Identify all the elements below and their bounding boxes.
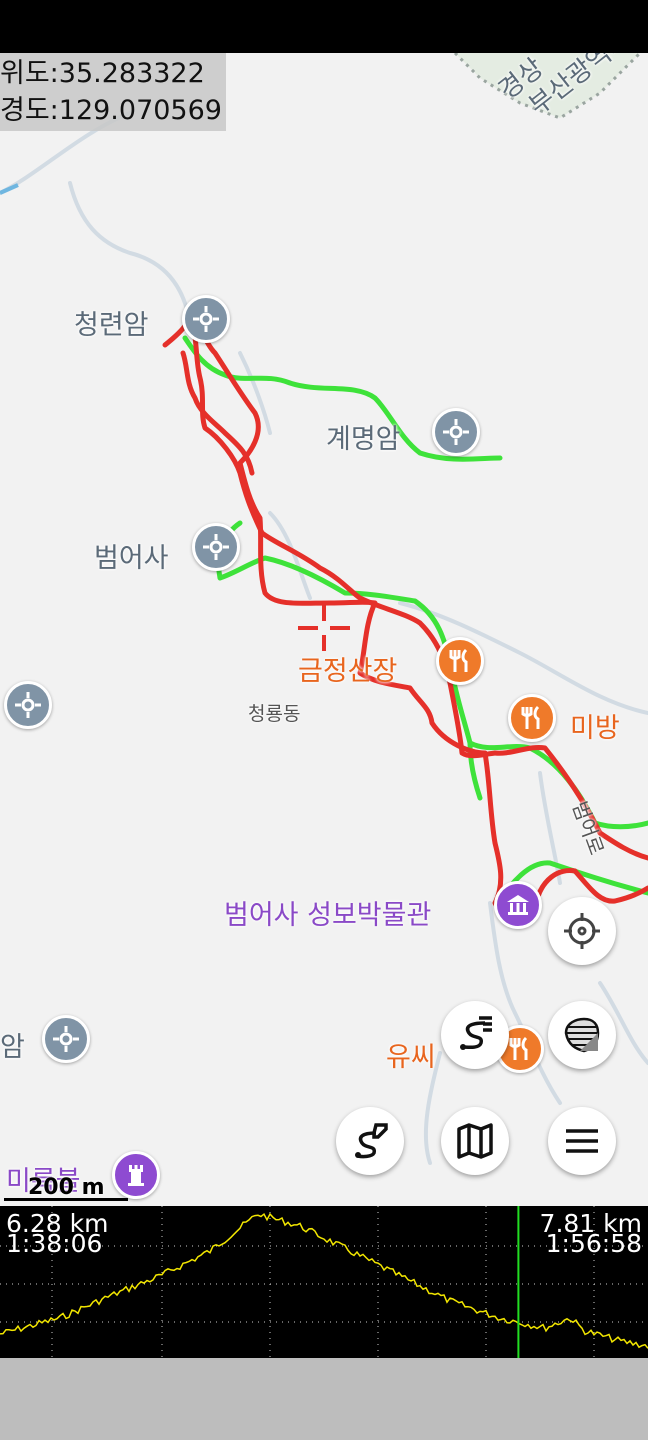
poi-label: 계명암	[326, 424, 401, 455]
scale-label: 200 m	[28, 1175, 105, 1200]
temple-icon	[193, 306, 219, 332]
latitude-text: 위도:35.283322	[0, 58, 205, 89]
scale-line	[4, 1198, 128, 1201]
map-icon	[457, 1123, 493, 1159]
poi-label: 미방	[570, 713, 620, 744]
poi-label: 유씨	[386, 1042, 436, 1073]
coordinate-readout: 위도:35.283322 경도:129.070569	[0, 53, 226, 131]
poi-label: 암	[0, 1032, 25, 1063]
stream	[238, 351, 272, 435]
scale-bar: 200 m	[4, 1175, 128, 1201]
temple-pin[interactable]	[4, 681, 52, 729]
layers-button[interactable]	[548, 1001, 616, 1069]
route-edit-button[interactable]	[336, 1107, 404, 1175]
longitude-text: 경도:129.070569	[0, 95, 222, 126]
bottom-bar	[0, 1358, 648, 1440]
route-edit-icon	[355, 1123, 388, 1159]
poi-label: 범어사	[94, 543, 169, 574]
stream	[68, 181, 192, 325]
layers-icon	[564, 1017, 600, 1053]
menu-icon	[566, 1129, 598, 1153]
temple-pin[interactable]	[42, 1015, 90, 1063]
menu-button[interactable]	[548, 1107, 616, 1175]
tracks-button[interactable]	[441, 1001, 509, 1069]
fork-knife-icon	[521, 705, 540, 729]
museum-icon	[507, 895, 529, 915]
temple-icon	[15, 692, 41, 718]
route-list-icon	[460, 1016, 492, 1050]
map-view[interactable]: 위도:35.283322 경도:129.070569 경상 부산광역시 청련암 …	[0, 53, 648, 1206]
left-time: 1:38:06	[6, 1229, 103, 1258]
restaurant-pin[interactable]	[436, 637, 484, 685]
elevation-profile[interactable]: 6.28 km 1:38:06 7.81 km 1:56:58	[0, 1206, 648, 1358]
right-time: 1:56:58	[545, 1229, 642, 1258]
poi-label: 금정산장	[298, 656, 398, 687]
temple-icon	[53, 1026, 79, 1052]
temple-pin[interactable]	[432, 408, 480, 456]
temple-pin[interactable]	[192, 523, 240, 571]
temple-pin[interactable]	[182, 295, 230, 343]
status-bar	[0, 0, 648, 53]
crosshair-icon	[564, 913, 600, 949]
location-crosshair	[298, 605, 350, 651]
temple-icon	[203, 534, 229, 560]
museum-pin[interactable]	[494, 881, 542, 929]
map-button[interactable]	[441, 1107, 509, 1175]
poi-label: 청련암	[74, 310, 149, 341]
temple-icon	[443, 419, 469, 445]
area-label: 청룡동	[248, 703, 301, 725]
fork-knife-icon	[509, 1036, 528, 1060]
restaurant-pin[interactable]	[508, 694, 556, 742]
locate-button[interactable]	[548, 897, 616, 965]
fork-knife-icon	[449, 648, 468, 672]
poi-label: 범어사 성보박물관	[224, 900, 432, 931]
